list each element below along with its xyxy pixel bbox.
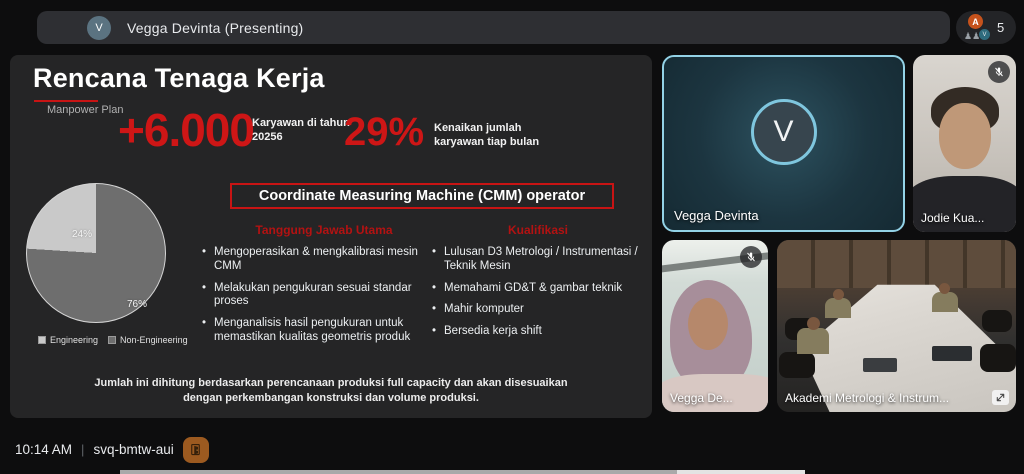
list-item: Mengoperasikan & mengkalibrasi mesin CMM: [200, 246, 448, 274]
column-header: Tanggung Jawab Utama: [200, 223, 448, 237]
participants-chip[interactable]: A ♟♟ V 5: [956, 11, 1016, 44]
footnote-line: dengan perkembangan konstruksi dan volum…: [10, 391, 652, 406]
divider: |: [81, 442, 84, 457]
chair-shape: [982, 310, 1012, 332]
taskbar-edge-highlight: [677, 470, 805, 474]
cabinet-shape: [777, 240, 1016, 288]
legend-swatch: [38, 336, 46, 344]
list-item: Menganalisis hasil pengukuran untuk mema…: [200, 317, 448, 345]
role-title: Coordinate Measuring Machine (CMM) opera…: [259, 188, 585, 204]
face-shape: [688, 298, 728, 350]
presenter-chip[interactable]: V Vegga Devinta (Presenting): [37, 11, 950, 44]
participant-name: Jodie Kua...: [921, 211, 984, 225]
head-shape: [807, 317, 820, 330]
avatar: A: [968, 14, 983, 29]
head-shape: [833, 289, 844, 300]
meeting-code: svq-bmtw-aui: [93, 442, 173, 457]
people-icon: ♟♟: [964, 32, 980, 41]
footnote-line: Jumlah ini dihitung berdasarkan perencan…: [10, 376, 652, 391]
presenter-label: Vegga Devinta (Presenting): [127, 20, 303, 36]
pie-chart: 24% 76%: [26, 183, 166, 323]
participant-avatars: A ♟♟ V: [964, 14, 990, 41]
title-underline: [34, 100, 98, 102]
video-tile-meeting-room[interactable]: Akademi Metrologi & Instrum...: [777, 240, 1016, 412]
legend-item: Engineering: [38, 335, 98, 345]
bullet-list: Mengoperasikan & mengkalibrasi mesin CMM…: [200, 246, 448, 345]
participant-name: Vegga Devinta: [674, 208, 759, 223]
stat-employees-value: +6.000: [118, 103, 254, 157]
list-item: Bersedia kerja shift: [430, 325, 646, 339]
laptop-shape: [932, 346, 972, 361]
page-title: Rencana Tenaga Kerja: [33, 63, 325, 94]
stat-growth-value: 29%: [344, 110, 424, 155]
door-badge-icon[interactable]: [183, 437, 209, 463]
list-item: Lulusan D3 Metrologi / Instrumentasi / T…: [430, 246, 646, 274]
person-shape: [932, 292, 958, 312]
list-item: Memahami GD&T & gambar teknik: [430, 282, 646, 296]
stat-label-line: karyawan tiap bulan: [434, 136, 539, 150]
presented-slide: Rencana Tenaga Kerja Manpower Plan +6.00…: [10, 55, 652, 418]
clock-time: 10:14 AM: [15, 442, 72, 457]
person-shape: [825, 298, 851, 318]
legend-item: Non-Engineering: [108, 335, 188, 345]
chair-shape: [980, 344, 1016, 372]
avatar: V: [751, 99, 817, 165]
stat-label-line: Kenaikan jumlah: [434, 122, 539, 136]
presenter-avatar: V: [87, 16, 111, 40]
slide-subtitle: Manpower Plan: [47, 104, 123, 116]
participant-name: Vegga De...: [670, 391, 733, 405]
list-item: Mahir komputer: [430, 303, 646, 317]
bullet-list: Lulusan D3 Metrologi / Instrumentasi / T…: [430, 246, 646, 339]
legend-label: Non-Engineering: [120, 335, 188, 345]
taskbar-edge: [120, 470, 805, 474]
legend-label: Engineering: [50, 335, 98, 345]
meeting-info: 10:14 AM | svq-bmtw-aui: [15, 425, 209, 474]
laptop-shape: [863, 358, 897, 372]
list-item: Melakukan pengukuran sesuai standar pros…: [200, 282, 448, 310]
video-tile-jodie[interactable]: Jodie Kua...: [913, 55, 1016, 232]
person-shape: [797, 328, 829, 354]
video-tile-vegga-devinta[interactable]: V Vegga Devinta: [662, 55, 905, 232]
slide-footnote: Jumlah ini dihitung berdasarkan perencan…: [10, 376, 652, 406]
participant-name: Akademi Metrologi & Instrum...: [785, 391, 949, 405]
mic-muted-icon: [988, 61, 1010, 83]
control-bar: 10:14 AM | svq-bmtw-aui: [0, 425, 1024, 474]
video-tile-vegga-camera[interactable]: Vegga De...: [662, 240, 768, 412]
expand-icon[interactable]: [992, 390, 1009, 405]
mic-muted-icon: [740, 246, 762, 268]
video-scene: [777, 240, 1016, 412]
meeting-window: V Vegga Devinta (Presenting) A ♟♟ V 5 Re…: [0, 0, 1024, 474]
avatar: V: [979, 29, 990, 40]
legend-swatch: [108, 336, 116, 344]
qualifications-column: Kualifikasi Lulusan D3 Metrologi / Instr…: [430, 223, 646, 347]
stat-employees-label: Karyawan di tahun 20256: [252, 117, 350, 145]
pie-slice-label: 76%: [127, 299, 147, 310]
role-title-box: Coordinate Measuring Machine (CMM) opera…: [230, 183, 614, 209]
stat-label-line: 20256: [252, 131, 350, 145]
column-header: Kualifikasi: [430, 223, 646, 237]
participant-count: 5: [997, 20, 1004, 35]
pie-slice-label: 24%: [72, 229, 92, 240]
stat-label-line: Karyawan di tahun: [252, 117, 350, 131]
chair-shape: [779, 352, 815, 378]
responsibilities-column: Tanggung Jawab Utama Mengoperasikan & me…: [200, 223, 448, 353]
stat-growth-label: Kenaikan jumlah karyawan tiap bulan: [434, 122, 539, 150]
pie-legend: Engineering Non-Engineering: [38, 335, 188, 345]
face-shape: [939, 103, 991, 169]
head-shape: [939, 283, 950, 294]
